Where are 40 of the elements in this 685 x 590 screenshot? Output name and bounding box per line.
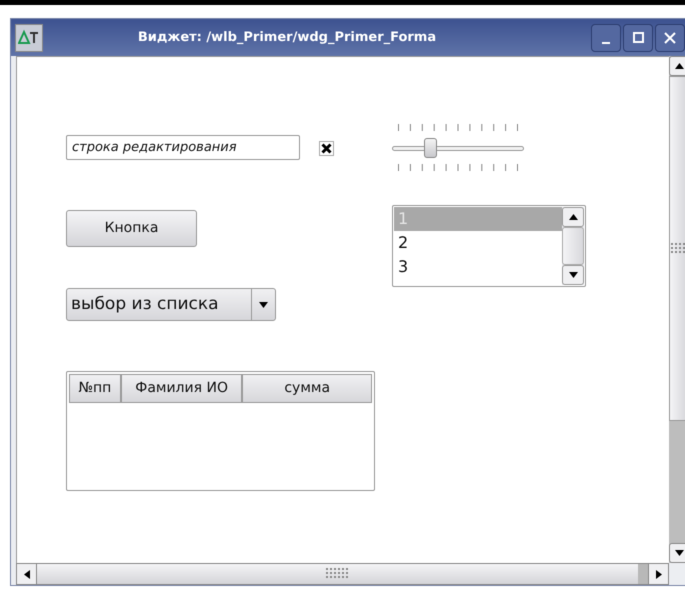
- column-header[interactable]: Фамилия ИО: [120, 374, 242, 403]
- push-button[interactable]: Кнопка: [66, 210, 197, 247]
- up-arrow-icon: [568, 214, 578, 220]
- down-arrow-icon: [674, 550, 684, 556]
- checkbox[interactable]: [319, 141, 334, 156]
- scroll-right-button[interactable]: [648, 564, 668, 584]
- close-button[interactable]: [655, 24, 685, 52]
- down-arrow-icon: [568, 272, 578, 278]
- column-header[interactable]: №пп: [69, 374, 121, 403]
- slider-thumb[interactable]: [424, 138, 438, 158]
- scrollbar-thumb[interactable]: [562, 227, 584, 265]
- left-arrow-icon: [24, 570, 30, 578]
- list-item[interactable]: 2: [394, 231, 562, 255]
- window-title: Виджет: /wlb_Primer/wdg_Primer_Forma: [136, 28, 438, 47]
- right-arrow-icon: [656, 570, 662, 578]
- combo-box[interactable]: выбор из списка: [66, 288, 276, 321]
- scroll-left-button[interactable]: [17, 564, 37, 584]
- combo-value: выбор из списка: [70, 292, 220, 316]
- close-icon: [664, 32, 676, 44]
- vertical-scrollbar[interactable]: [562, 207, 584, 285]
- up-arrow-icon: [674, 63, 684, 69]
- down-arrow-icon: [259, 302, 268, 308]
- maximize-button[interactable]: [623, 24, 653, 52]
- scroll-down-button[interactable]: [669, 543, 685, 563]
- scrollbar-thumb[interactable]: [37, 564, 638, 584]
- vertical-scrollbar[interactable]: [669, 56, 685, 563]
- horizontal-scrollbar[interactable]: [16, 563, 669, 585]
- scrollbar-thumb[interactable]: [669, 76, 685, 421]
- scroll-up-button[interactable]: [669, 56, 685, 76]
- cross-icon: [321, 143, 332, 154]
- grip-icon: [326, 568, 350, 580]
- list-item[interactable]: 3: [394, 255, 562, 279]
- scroll-down-button[interactable]: [562, 265, 584, 285]
- column-header[interactable]: сумма: [242, 374, 372, 403]
- input-field[interactable]: строка редактирования: [66, 135, 300, 160]
- slider[interactable]: [392, 138, 524, 158]
- grip-icon: [671, 242, 685, 254]
- scrollbar-track[interactable]: [638, 564, 648, 584]
- app-icon: [15, 24, 43, 52]
- scroll-up-button[interactable]: [562, 207, 584, 227]
